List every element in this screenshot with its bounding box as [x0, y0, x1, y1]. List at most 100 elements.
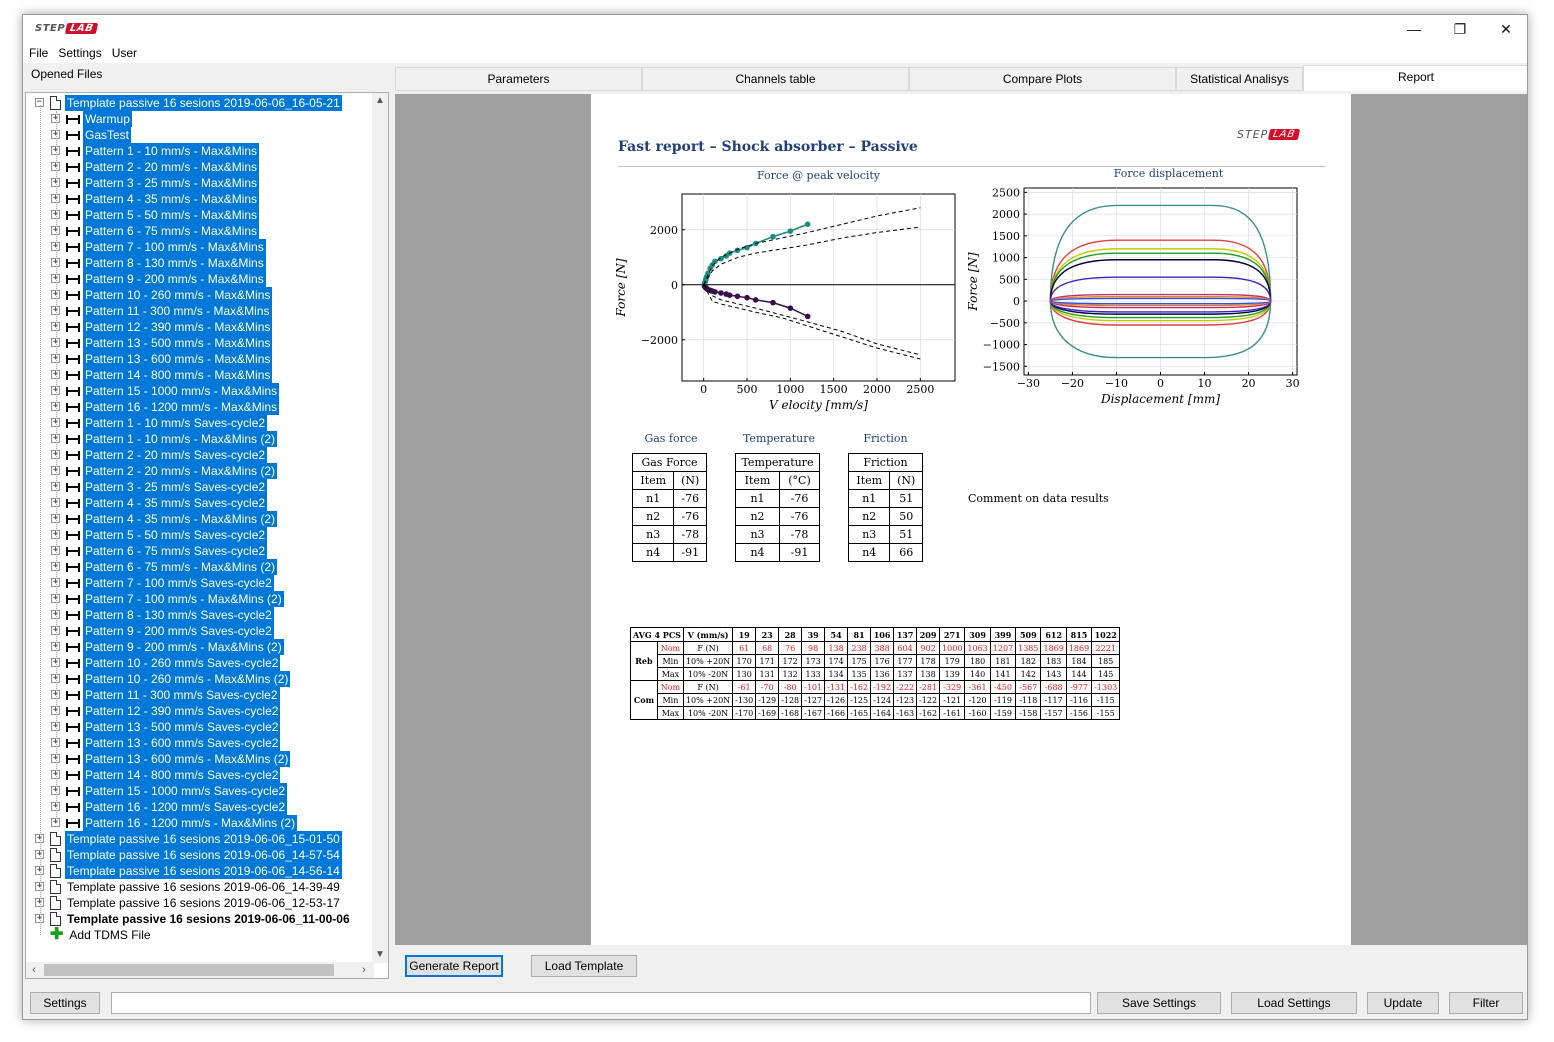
restore-button[interactable]: ❐ [1437, 15, 1483, 43]
filter-button[interactable]: Filter [1449, 992, 1523, 1014]
tree-file-node[interactable]: + Template passive 16 sesions 2019-06-06_… [35, 863, 342, 879]
tree-channel-node[interactable]: + Pattern 13 - 600 mm/s - Max&Mins (2) [51, 751, 291, 767]
load-template-button[interactable]: Load Template [531, 955, 637, 977]
tab-report[interactable]: Report [1303, 65, 1527, 91]
tree-channel-node[interactable]: + Pattern 8 - 130 mm/s Saves-cycle2 [51, 607, 274, 623]
tree-channel-node[interactable]: + Pattern 7 - 100 mm/s - Max&Mins [51, 239, 266, 255]
file-tree[interactable]: − Template passive 16 sesions 2019-06-06_… [25, 92, 389, 979]
tree-channel-node[interactable]: + Pattern 4 - 35 mm/s - Max&Mins (2) [51, 511, 278, 527]
tree-channel-node[interactable]: + Pattern 2 - 20 mm/s - Max&Mins [51, 159, 260, 175]
tree-channel-node[interactable]: + Pattern 8 - 130 mm/s - Max&Mins [51, 255, 266, 271]
tree-node-label: Pattern 11 - 300 mm/s - Max&Mins [83, 303, 272, 319]
friction-table: Friction Item (N) n1 51 n2 50 n3 51 n4 66 [847, 453, 923, 562]
tree-channel-node[interactable]: + Pattern 7 - 100 mm/s Saves-cycle2 [51, 575, 274, 591]
tree-channel-node[interactable]: + Pattern 4 - 35 mm/s - Max&Mins [51, 191, 260, 207]
load-settings-button[interactable]: Load Settings [1231, 992, 1357, 1014]
tree-channel-node[interactable]: + Pattern 16 - 1200 mm/s - Max&Mins [51, 399, 280, 415]
update-button[interactable]: Update [1367, 992, 1439, 1014]
tree-channel-node[interactable]: + Pattern 5 - 50 mm/s - Max&Mins [51, 207, 260, 223]
tree-horizontal-scrollbar[interactable]: ‹ › [26, 962, 374, 978]
speed-header: 399 [989, 627, 1017, 642]
tree-vertical-scrollbar[interactable]: ▲ ▼ [372, 93, 388, 963]
row-type: Max [656, 667, 684, 681]
tree-channel-node[interactable]: + Pattern 1 - 10 mm/s - Max&Mins (2) [51, 431, 278, 447]
tree-channel-node[interactable]: + Pattern 13 - 500 mm/s - Max&Mins [51, 335, 273, 351]
tree-channel-node[interactable]: + Pattern 15 - 1000 mm/s Saves-cycle2 [51, 783, 288, 799]
tree-channel-node[interactable]: + Pattern 4 - 35 mm/s Saves-cycle2 [51, 495, 268, 511]
tree-channel-node[interactable]: + Pattern 9 - 200 mm/s - Max&Mins (2) [51, 639, 284, 655]
tree-channel-node[interactable]: + Pattern 6 - 75 mm/s - Max&Mins [51, 223, 260, 239]
data-point [718, 290, 724, 296]
tree-file-node[interactable]: + Template passive 16 sesions 2019-06-06_… [35, 911, 352, 927]
tree-node-label: Pattern 13 - 500 mm/s - Max&Mins [83, 335, 273, 351]
tree-channel-node[interactable]: + Pattern 9 - 200 mm/s - Max&Mins [51, 271, 266, 287]
tab-parameters[interactable]: Parameters [395, 67, 642, 91]
tree-channel-node[interactable]: + Pattern 14 - 800 mm/s Saves-cycle2 [51, 767, 281, 783]
menu-settings[interactable]: Settings [58, 46, 101, 60]
tree-file-node[interactable]: + Template passive 16 sesions 2019-06-06_… [35, 879, 342, 895]
close-button[interactable]: ✕ [1483, 15, 1527, 43]
tree-channel-node[interactable]: + Pattern 13 - 600 mm/s - Max&Mins [51, 351, 273, 367]
tree-channel-node[interactable]: + Pattern 9 - 200 mm/s Saves-cycle2 [51, 623, 274, 639]
tab-compare-plots[interactable]: Compare Plots [909, 67, 1176, 91]
scroll-down-icon[interactable]: ▼ [372, 947, 388, 963]
report-logo: STEP LAB [1237, 128, 1301, 141]
tree-channel-node[interactable]: + Pattern 16 - 1200 mm/s Saves-cycle2 [51, 799, 288, 815]
table-cell: 171 [755, 654, 780, 668]
tree-channel-node[interactable]: + Pattern 12 - 390 mm/s - Max&Mins [51, 319, 273, 335]
tree-channel-node[interactable]: + Pattern 10 - 260 mm/s - Max&Mins (2) [51, 671, 291, 687]
tree-channel-node[interactable]: + Pattern 7 - 100 mm/s - Max&Mins (2) [51, 591, 284, 607]
tree-channel-node[interactable]: + Pattern 13 - 500 mm/s Saves-cycle2 [51, 719, 281, 735]
tree-channel-node[interactable]: + Pattern 6 - 75 mm/s Saves-cycle2 [51, 543, 268, 559]
scroll-up-icon[interactable]: ▲ [372, 93, 388, 109]
settings-button[interactable]: Settings [30, 992, 100, 1014]
menu-user[interactable]: User [112, 46, 137, 60]
tree-channel-node[interactable]: + Pattern 14 - 800 mm/s - Max&Mins [51, 367, 273, 383]
generate-report-button[interactable]: Generate Report [405, 955, 503, 977]
tree-channel-node[interactable]: + Pattern 15 - 1000 mm/s - Max&Mins [51, 383, 280, 399]
minimize-button[interactable]: — [1391, 15, 1437, 43]
add-tdms-file-node[interactable]: ✚ Add TDMS File [50, 927, 153, 943]
table-cell: -222 [893, 680, 918, 694]
scroll-left-icon[interactable]: ‹ [26, 962, 42, 978]
tab-statistical-analisys[interactable]: Statistical Analisys [1176, 67, 1303, 91]
table-header: Item [734, 471, 781, 490]
tree-channel-node[interactable]: + Pattern 1 - 10 mm/s Saves-cycle2 [51, 415, 268, 431]
table-cell: 143 [1040, 667, 1067, 681]
scroll-thumb[interactable] [44, 964, 334, 976]
tree-channel-node[interactable]: + GasTest [51, 127, 132, 143]
menu-file[interactable]: File [29, 46, 48, 60]
tree-channel-node[interactable]: + Pattern 2 - 20 mm/s - Max&Mins (2) [51, 463, 278, 479]
speed-header: 54 [824, 627, 849, 642]
table-cell: 183 [1040, 654, 1067, 668]
tree-channel-node[interactable]: + Pattern 13 - 600 mm/s Saves-cycle2 [51, 735, 281, 751]
tree-channel-node[interactable]: + Pattern 11 - 300 mm/s - Max&Mins [51, 303, 272, 319]
tree-channel-node[interactable]: + Pattern 11 - 300 mm/s Saves-cycle2 [51, 687, 280, 703]
table-header: (N) [889, 471, 923, 490]
tree-node-label: Template passive 16 sesions 2019-06-06_1… [65, 95, 342, 111]
tree-channel-node[interactable]: + Pattern 12 - 390 mm/s Saves-cycle2 [51, 703, 281, 719]
tree-channel-node[interactable]: + Pattern 6 - 75 mm/s - Max&Mins (2) [51, 559, 278, 575]
tree-channel-node[interactable]: + Warmup [51, 111, 132, 127]
tree-channel-node[interactable]: + Pattern 16 - 1200 mm/s - Max&Mins (2) [51, 815, 298, 831]
tree-file-node[interactable]: + Template passive 16 sesions 2019-06-06_… [35, 847, 342, 863]
tree-channel-node[interactable]: + Pattern 3 - 25 mm/s Saves-cycle2 [51, 479, 268, 495]
table-cell: -361 [964, 680, 991, 694]
temp-caption: Temperature [742, 432, 816, 445]
tab-channels-table[interactable]: Channels table [642, 67, 909, 91]
tree-channel-node[interactable]: + Pattern 3 - 25 mm/s - Max&Mins [51, 175, 260, 191]
tree-channel-node[interactable]: + Pattern 5 - 50 mm/s Saves-cycle2 [51, 527, 268, 543]
tree-file-node[interactable]: + Template passive 16 sesions 2019-06-06_… [35, 895, 342, 911]
table-cell: n2 [734, 507, 781, 526]
table-cell: -91 [779, 543, 820, 562]
tree-channel-node[interactable]: + Pattern 10 - 260 mm/s Saves-cycle2 [51, 655, 281, 671]
scroll-right-icon[interactable]: › [356, 962, 372, 978]
channel-icon [66, 770, 80, 780]
tree-channel-node[interactable]: + Pattern 1 - 10 mm/s - Max&Mins [51, 143, 260, 159]
tree-file-node[interactable]: + Template passive 16 sesions 2019-06-06_… [35, 831, 342, 847]
tree-file-node[interactable]: − Template passive 16 sesions 2019-06-06_… [35, 95, 342, 111]
status-field[interactable] [111, 992, 1091, 1014]
tree-channel-node[interactable]: + Pattern 10 - 260 mm/s - Max&Mins [51, 287, 273, 303]
save-settings-button[interactable]: Save Settings [1097, 992, 1221, 1014]
tree-channel-node[interactable]: + Pattern 2 - 20 mm/s Saves-cycle2 [51, 447, 268, 463]
